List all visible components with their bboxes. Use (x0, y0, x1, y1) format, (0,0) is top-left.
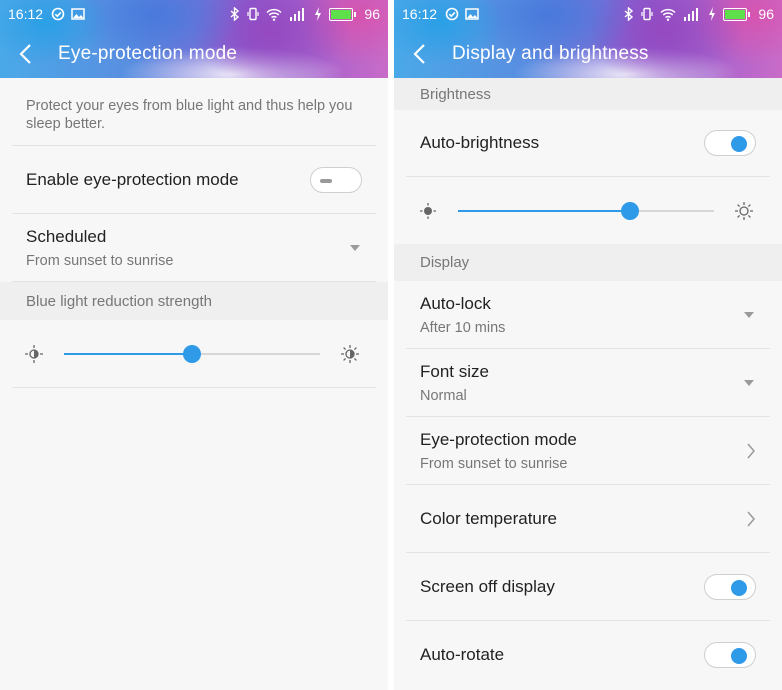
brightness-slider[interactable] (458, 202, 714, 220)
dim-sun-icon (420, 203, 436, 219)
scheduled-label: Scheduled (26, 226, 107, 246)
check-circle-icon (445, 7, 459, 21)
status-bar: 16:12 96 (8, 4, 380, 24)
screen-off-display-toggle[interactable] (704, 573, 756, 600)
scheduled-value: From sunset to sunrise (26, 252, 174, 269)
status-time: 16:12 (402, 6, 438, 22)
bright-sun-icon (735, 202, 753, 220)
section-header-display: Display (394, 244, 782, 281)
back-arrow-icon[interactable] (18, 42, 34, 66)
image-icon (71, 8, 85, 20)
back-arrow-icon[interactable] (412, 42, 428, 66)
screen-off-display-label: Screen off display (420, 576, 555, 596)
font-size-row[interactable]: Font size Normal (406, 349, 770, 417)
auto-rotate-row[interactable]: Auto-rotate (406, 621, 770, 689)
eye-protection-screen: 16:12 96 Eye-protection mode Protect you… (0, 0, 388, 690)
auto-lock-value: After 10 mins (420, 319, 506, 336)
enable-eye-protection-label: Enable eye-protection mode (26, 169, 239, 189)
scheduled-row[interactable]: Scheduled From sunset to sunrise (12, 214, 376, 282)
auto-brightness-toggle[interactable] (704, 130, 756, 156)
page-title: Eye-protection mode (58, 43, 238, 64)
description-text: Protect your eyes from blue light and th… (26, 98, 353, 132)
header: 16:12 96 Display and brightness (394, 0, 782, 78)
bluetooth-icon (624, 7, 634, 21)
battery-percent: 96 (364, 6, 380, 22)
auto-lock-row[interactable]: Auto-lock After 10 mins (406, 281, 770, 349)
brightness-slider-fill (458, 210, 630, 212)
strength-slider-thumb[interactable] (183, 345, 201, 363)
eye-protection-row[interactable]: Eye-protection mode From sunset to sunri… (406, 417, 770, 485)
screen-off-display-row[interactable]: Screen off display (406, 553, 770, 621)
auto-lock-label: Auto-lock (420, 293, 491, 313)
charging-icon (315, 7, 322, 21)
dropdown-caret-icon (744, 379, 754, 386)
font-size-label: Font size (420, 361, 489, 381)
auto-rotate-label: Auto-rotate (420, 645, 505, 664)
vibrate-icon (247, 7, 260, 21)
status-bar: 16:12 96 (402, 4, 774, 24)
display-brightness-screen: 16:12 96 Display and brightness Brightne… (394, 0, 782, 690)
chevron-right-icon (747, 443, 755, 458)
signal-icon (684, 7, 699, 21)
vibrate-icon (641, 7, 654, 21)
color-temperature-row[interactable]: Color temperature (406, 485, 770, 553)
charging-icon (709, 7, 716, 21)
dropdown-caret-icon (350, 244, 360, 251)
battery-percent: 96 (758, 6, 774, 22)
enable-eye-protection-toggle[interactable] (310, 166, 362, 193)
dim-sun-icon (25, 345, 43, 363)
strength-slider-row (12, 320, 376, 388)
dropdown-caret-icon (744, 311, 754, 318)
wifi-icon (266, 8, 282, 21)
eye-protection-label: Eye-protection mode (420, 429, 577, 449)
wifi-icon (660, 8, 676, 21)
brightness-slider-row (406, 177, 770, 244)
signal-icon (290, 7, 305, 21)
status-time: 16:12 (8, 6, 44, 22)
description-row: Protect your eyes from blue light and th… (12, 78, 376, 146)
enable-eye-protection-row[interactable]: Enable eye-protection mode (12, 146, 376, 214)
eye-protection-value: From sunset to sunrise (420, 455, 568, 472)
section-header-strength: Blue light reduction strength (0, 282, 388, 320)
battery-icon (329, 7, 357, 21)
color-temperature-label: Color temperature (420, 508, 558, 528)
strength-slider-fill (64, 353, 192, 355)
chevron-right-icon (747, 511, 755, 526)
header: 16:12 96 Eye-protection mode (0, 0, 388, 78)
battery-icon (723, 7, 751, 21)
auto-brightness-row[interactable]: Auto-brightness (406, 110, 770, 177)
section-header-brightness: Brightness (394, 78, 782, 110)
font-size-value: Normal (420, 387, 467, 404)
strength-slider[interactable] (64, 345, 320, 363)
bluetooth-icon (230, 7, 240, 21)
image-icon (465, 8, 479, 20)
page-title: Display and brightness (452, 43, 649, 64)
auto-rotate-toggle[interactable] (704, 642, 756, 668)
bright-sun-icon (341, 345, 359, 363)
check-circle-icon (51, 7, 65, 21)
auto-brightness-label: Auto-brightness (420, 133, 540, 152)
brightness-slider-thumb[interactable] (620, 202, 639, 220)
